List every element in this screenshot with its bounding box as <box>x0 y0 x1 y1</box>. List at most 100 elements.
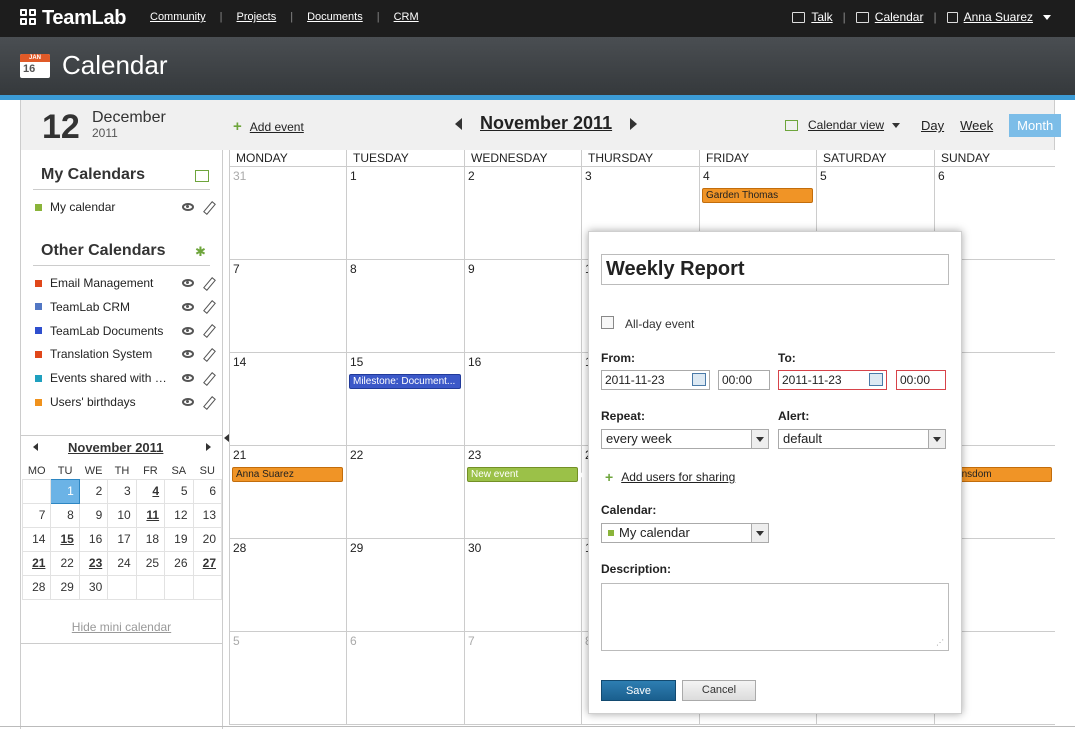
mini-day[interactable]: 15 <box>50 526 80 552</box>
user-menu[interactable]: Anna Suarez <box>964 10 1033 24</box>
chevron-down-icon[interactable] <box>928 430 945 448</box>
calendar-name[interactable]: Translation System <box>50 347 178 361</box>
mini-day[interactable]: 24 <box>107 550 137 576</box>
mini-day[interactable]: 17 <box>107 526 137 552</box>
pencil-icon[interactable] <box>203 301 214 312</box>
mini-day[interactable]: 28 <box>21 574 52 600</box>
pencil-icon[interactable] <box>203 325 214 336</box>
mini-day[interactable]: 7 <box>21 502 52 528</box>
day-cell[interactable]: 7 <box>229 260 346 353</box>
calendar-event[interactable]: Garden Thomas <box>702 188 813 203</box>
repeat-select[interactable]: every week <box>601 429 769 449</box>
datepicker-icon[interactable] <box>692 373 706 386</box>
calendar-name[interactable]: My calendar <box>50 200 178 214</box>
mini-day[interactable]: 2 <box>78 478 109 504</box>
day-cell[interactable]: 1 <box>346 167 464 260</box>
day-cell[interactable]: 5 <box>229 632 346 725</box>
mini-prev-icon[interactable] <box>33 443 38 451</box>
to-date-input[interactable]: 2011-11-23 <box>778 370 887 390</box>
calendar-view-dropdown[interactable]: Calendar view <box>785 118 901 132</box>
calendar-event[interactable]: New event <box>467 467 578 482</box>
calendar-link[interactable]: Calendar <box>875 10 924 24</box>
mini-day[interactable]: 12 <box>164 502 194 528</box>
add-calendar-icon[interactable] <box>195 170 209 182</box>
mini-day[interactable]: 13 <box>192 502 223 528</box>
eye-icon[interactable] <box>182 203 194 211</box>
day-cell[interactable]: 21 <box>229 446 346 539</box>
mini-day[interactable]: 29 <box>50 574 80 600</box>
nav-crm[interactable]: CRM <box>394 11 419 23</box>
hide-mini-calendar-link[interactable]: Hide mini calendar <box>21 620 222 634</box>
calendar-name[interactable]: TeamLab CRM <box>50 300 178 314</box>
calendar-list-item[interactable]: My calendar <box>35 198 215 216</box>
day-cell[interactable]: 7 <box>464 632 581 725</box>
mini-day[interactable]: 6 <box>192 478 223 504</box>
mini-day[interactable]: 23 <box>78 550 109 576</box>
mode-week[interactable]: Week <box>960 118 993 133</box>
mini-day[interactable]: 14 <box>21 526 52 552</box>
pencil-icon[interactable] <box>203 349 214 360</box>
day-cell[interactable]: 14 <box>229 353 346 446</box>
talk-link[interactable]: Talk <box>811 10 832 24</box>
from-time-input[interactable]: 00:00 <box>718 370 770 390</box>
mini-day[interactable]: 3 <box>107 478 137 504</box>
add-event-button[interactable]: + Add event <box>233 118 304 135</box>
mini-day[interactable]: 4 <box>135 478 166 504</box>
calendar-name[interactable]: TeamLab Documents <box>50 324 178 338</box>
calendar-view-label[interactable]: Calendar view <box>808 118 884 132</box>
calendar-event[interactable]: Milestone: Document... <box>349 374 461 389</box>
mini-day[interactable]: 8 <box>50 502 80 528</box>
resize-handle-icon[interactable]: ⋰ <box>936 638 944 647</box>
day-cell[interactable]: 22 <box>346 446 464 539</box>
nav-community[interactable]: Community <box>150 11 206 23</box>
calendar-list-item[interactable]: TeamLab Documents <box>35 322 215 340</box>
cancel-button[interactable]: Cancel <box>682 680 756 701</box>
eye-icon[interactable] <box>182 350 194 359</box>
calendar-list-item[interactable]: Email Management <box>35 274 215 292</box>
calendar-event[interactable]: Anna Suarez <box>232 467 343 482</box>
mini-day[interactable]: 19 <box>164 526 194 552</box>
mini-day[interactable]: 11 <box>135 502 166 528</box>
eye-icon[interactable] <box>182 398 194 406</box>
calendar-list-item[interactable]: Translation System <box>35 345 215 363</box>
mini-day[interactable]: 27 <box>192 550 223 576</box>
day-cell[interactable]: 15 <box>346 353 464 446</box>
calendar-name[interactable]: Events shared with … <box>50 371 178 385</box>
nav-projects[interactable]: Projects <box>236 11 276 23</box>
day-cell[interactable]: 23 <box>464 446 581 539</box>
gear-icon[interactable]: ✱ <box>195 245 209 258</box>
calendar-list-item[interactable]: Events shared with … <box>35 369 215 387</box>
calendar-select[interactable]: My calendar <box>601 523 769 543</box>
chevron-down-icon[interactable] <box>1043 14 1051 20</box>
chevron-down-icon[interactable] <box>751 430 768 448</box>
pencil-icon[interactable] <box>203 278 214 289</box>
mini-calendar-title[interactable]: November 2011 <box>68 440 163 455</box>
eye-icon[interactable] <box>182 326 194 335</box>
day-cell[interactable]: 29 <box>346 539 464 632</box>
mini-day[interactable]: 5 <box>164 478 194 504</box>
eye-icon[interactable] <box>182 279 194 287</box>
mode-day[interactable]: Day <box>921 118 944 133</box>
mini-day[interactable]: 30 <box>78 574 109 600</box>
event-title-input[interactable]: Weekly Report <box>601 254 949 285</box>
mini-day[interactable]: 16 <box>78 526 109 552</box>
mini-day[interactable]: 9 <box>78 502 109 528</box>
day-cell[interactable]: 2 <box>464 167 581 260</box>
day-cell[interactable]: 6 <box>346 632 464 725</box>
calendar-name[interactable]: Email Management <box>50 276 178 290</box>
current-month-title[interactable]: November 2011 <box>480 113 612 134</box>
calendar-list-item[interactable]: Users' birthdays <box>35 393 215 411</box>
mode-month[interactable]: Month <box>1009 114 1062 137</box>
pencil-icon[interactable] <box>203 373 214 384</box>
chevron-down-icon[interactable] <box>751 524 768 542</box>
add-event-label[interactable]: Add event <box>250 120 304 134</box>
add-users-sharing-link[interactable]: Add users for sharing <box>621 470 735 484</box>
allday-checkbox[interactable] <box>601 316 614 329</box>
add-users-sharing[interactable]: + Add users for sharing <box>605 469 735 485</box>
mini-next-icon[interactable] <box>206 443 211 451</box>
eye-icon[interactable] <box>182 302 194 311</box>
mini-day[interactable]: 18 <box>135 526 166 552</box>
nav-documents[interactable]: Documents <box>307 11 363 23</box>
datepicker-icon[interactable] <box>869 373 883 386</box>
mini-day[interactable]: 1 <box>50 478 80 504</box>
